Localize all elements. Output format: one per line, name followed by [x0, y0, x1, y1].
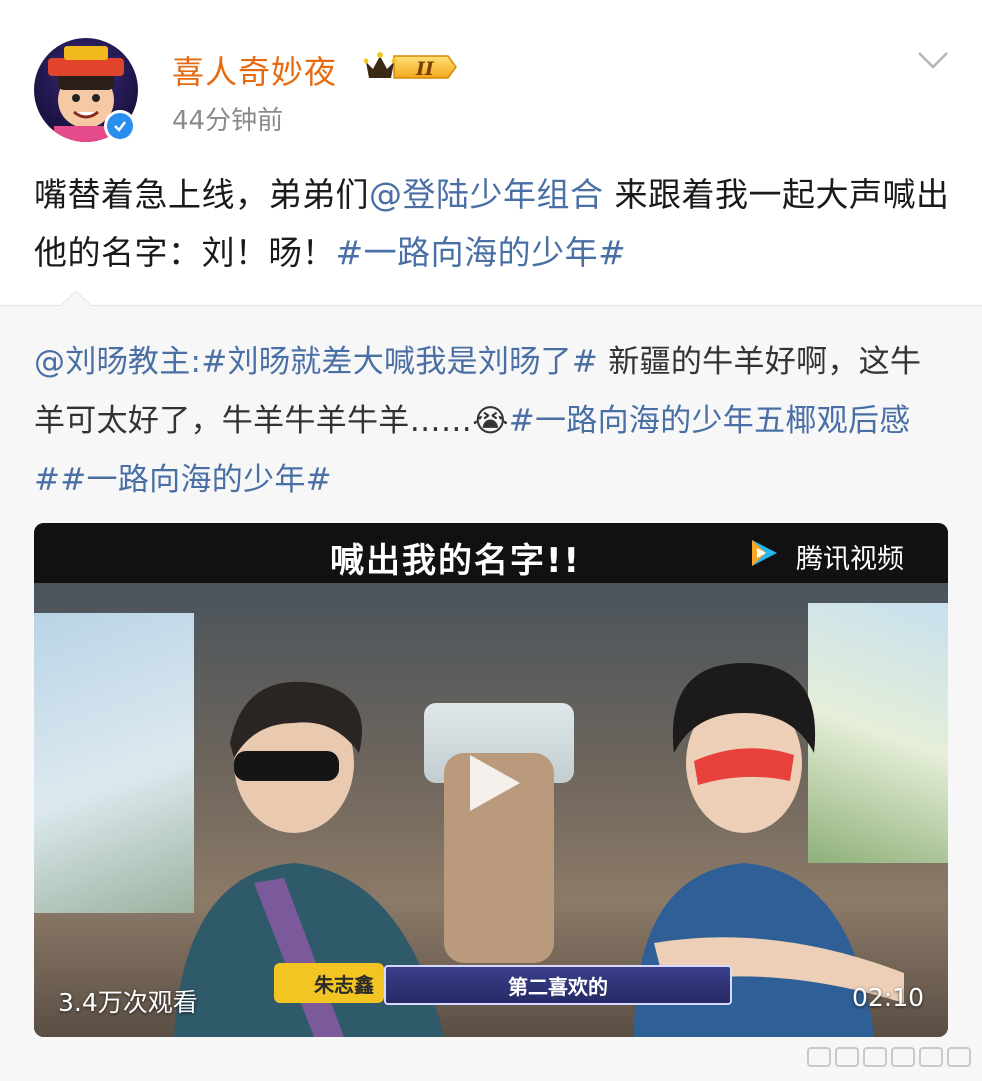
hashtag-link[interactable]: #刘旸就差大喊我是刘旸了#: [201, 344, 598, 380]
post-text: 嘴替着急上线，弟弟们@登陆少年组合 来跟着我一起大声喊出他的名字：刘！旸！#一路…: [34, 166, 950, 282]
subtitle-caption: 第二喜欢的: [384, 965, 732, 1005]
verified-icon: [104, 110, 136, 142]
timestamp: 44分钟前: [172, 106, 284, 136]
view-count: 3.4万次观看: [58, 988, 198, 1017]
repost-text: @刘旸教主:#刘旸就差大喊我是刘旸了# 新疆的牛羊好啊，这牛羊可太好了，牛羊牛羊…: [34, 333, 950, 510]
play-icon[interactable]: [464, 751, 524, 815]
username[interactable]: 喜人奇妙夜: [172, 47, 337, 93]
vip-crown-badge-icon[interactable]: II: [364, 50, 458, 84]
svg-text:II: II: [415, 58, 435, 80]
video-title: 喊出我的名字!!: [330, 541, 582, 581]
video-duration: 02:10: [851, 983, 924, 1012]
mention-link[interactable]: @登陆少年组合: [369, 175, 604, 214]
repost-author-link[interactable]: @刘旸教主: [34, 344, 191, 380]
repost-notch: [60, 290, 92, 308]
name-tag: 朱志鑫: [274, 963, 384, 1003]
tencent-video-logo-icon: [752, 540, 777, 566]
hashtag-link[interactable]: #一路向海的少年#: [60, 462, 332, 498]
hashtag-link[interactable]: #一路向海的少年#: [336, 233, 627, 272]
platform-name: 腾讯视频: [796, 544, 904, 575]
post-card: 喜人奇妙夜 II 44分钟前 嘴替着急上线，弟弟们@登陆少年组合 来跟着我一起大…: [0, 0, 982, 305]
repost-colon: :: [190, 344, 202, 380]
post-text-part: 嘴替着急上线，弟弟们: [34, 175, 369, 214]
video-title-bar: 喊出我的名字!! 腾讯视频: [34, 523, 948, 583]
chevron-down-icon[interactable]: [916, 48, 950, 72]
crying-emoji-icon: 😭: [472, 403, 509, 439]
weibo-watermark-icon: [807, 1047, 971, 1067]
video-player[interactable]: 喊出我的名字!! 腾讯视频 朱志鑫 第二喜欢的 3.4万次观看 02:10: [34, 523, 948, 1037]
